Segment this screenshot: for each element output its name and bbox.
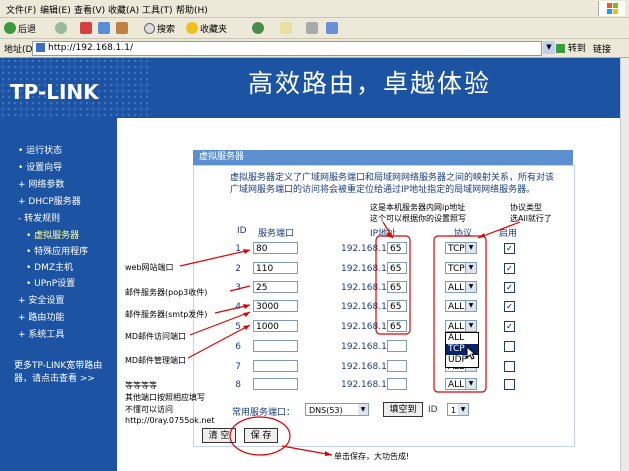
save-highlight-circle xyxy=(229,416,291,456)
ip-highlight-box xyxy=(375,235,411,335)
annotation-overlay xyxy=(179,221,521,456)
protocol-highlight-box xyxy=(433,235,487,393)
